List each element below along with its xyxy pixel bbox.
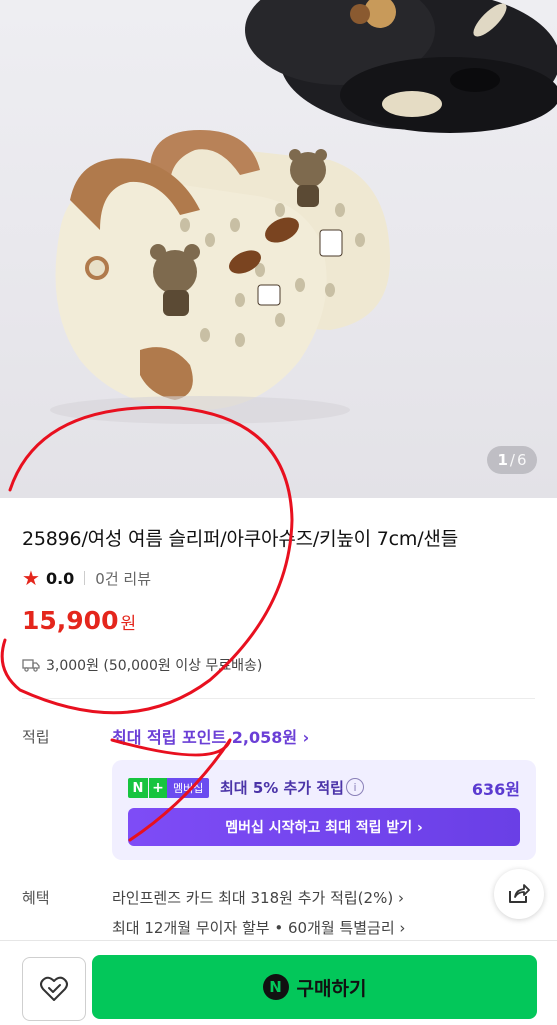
- membership-tag: 멤버십: [167, 778, 210, 798]
- buy-button[interactable]: N 구매하기: [92, 955, 537, 1019]
- membership-box: N + 멤버십 최대 5% 추가 적립 i 636원 멤버십 시작하고 최대 적…: [112, 760, 536, 860]
- rating-row[interactable]: ★ 0.0 0건 리뷰: [22, 566, 151, 590]
- truck-icon: [22, 659, 40, 672]
- product-price: 15,900 원: [22, 606, 136, 635]
- npay-icon: N: [262, 974, 289, 1000]
- start-membership-button[interactable]: 멤버십 시작하고 최대 적립 받기 ›: [128, 808, 520, 846]
- image-page-counter: 1 / 6: [487, 446, 537, 474]
- heart-icon: [40, 976, 68, 1001]
- price-value: 15,900: [22, 606, 119, 635]
- naver-plus-membership-badge: N + 멤버십: [128, 778, 210, 798]
- counter-total: 6: [516, 451, 527, 469]
- naver-n-logo: N: [128, 778, 148, 798]
- counter-separator: /: [509, 451, 515, 469]
- info-icon[interactable]: i: [346, 778, 364, 796]
- benefits-label: 혜택: [22, 889, 50, 907]
- plus-icon: +: [149, 778, 167, 798]
- review-count-link[interactable]: 0건 리뷰: [95, 568, 151, 589]
- shipping-text: 3,000원 (50,000원 이상 무료배송): [46, 658, 263, 674]
- points-label: 적립: [22, 728, 50, 746]
- shipping-info: 3,000원 (50,000원 이상 무료배송): [22, 655, 262, 675]
- section-divider: [22, 698, 535, 699]
- installment-benefit-link[interactable]: 최대 12개월 무이자 할부 • 60개월 특별금리 ›: [112, 917, 405, 938]
- buy-label: 구매하기: [296, 977, 367, 1000]
- star-icon: ★: [22, 566, 40, 590]
- rating-score: 0.0: [45, 568, 75, 588]
- wishlist-button[interactable]: [22, 957, 86, 1021]
- max-points-link[interactable]: 최대 적립 포인트 2,058원 ›: [112, 724, 309, 748]
- bottom-purchase-bar: N 구매하기: [0, 940, 557, 1025]
- product-image-gallery[interactable]: 1 / 6: [0, 0, 557, 498]
- share-button[interactable]: [494, 869, 544, 919]
- share-icon: [509, 884, 530, 903]
- card-benefit-link[interactable]: 라인프렌즈 카드 최대 318원 추가 적립(2%) ›: [112, 887, 404, 908]
- counter-current: 1: [497, 451, 508, 469]
- membership-extra-points-text: 최대 5% 추가 적립: [220, 779, 344, 797]
- product-title: 25896/여성 여름 슬리퍼/아쿠아슈즈/키높이 7cm/샌들: [22, 528, 458, 550]
- product-photo: [50, 0, 557, 424]
- membership-points-value: 636원: [471, 780, 520, 799]
- price-unit: 원: [120, 614, 137, 634]
- rating-divider: [84, 571, 86, 585]
